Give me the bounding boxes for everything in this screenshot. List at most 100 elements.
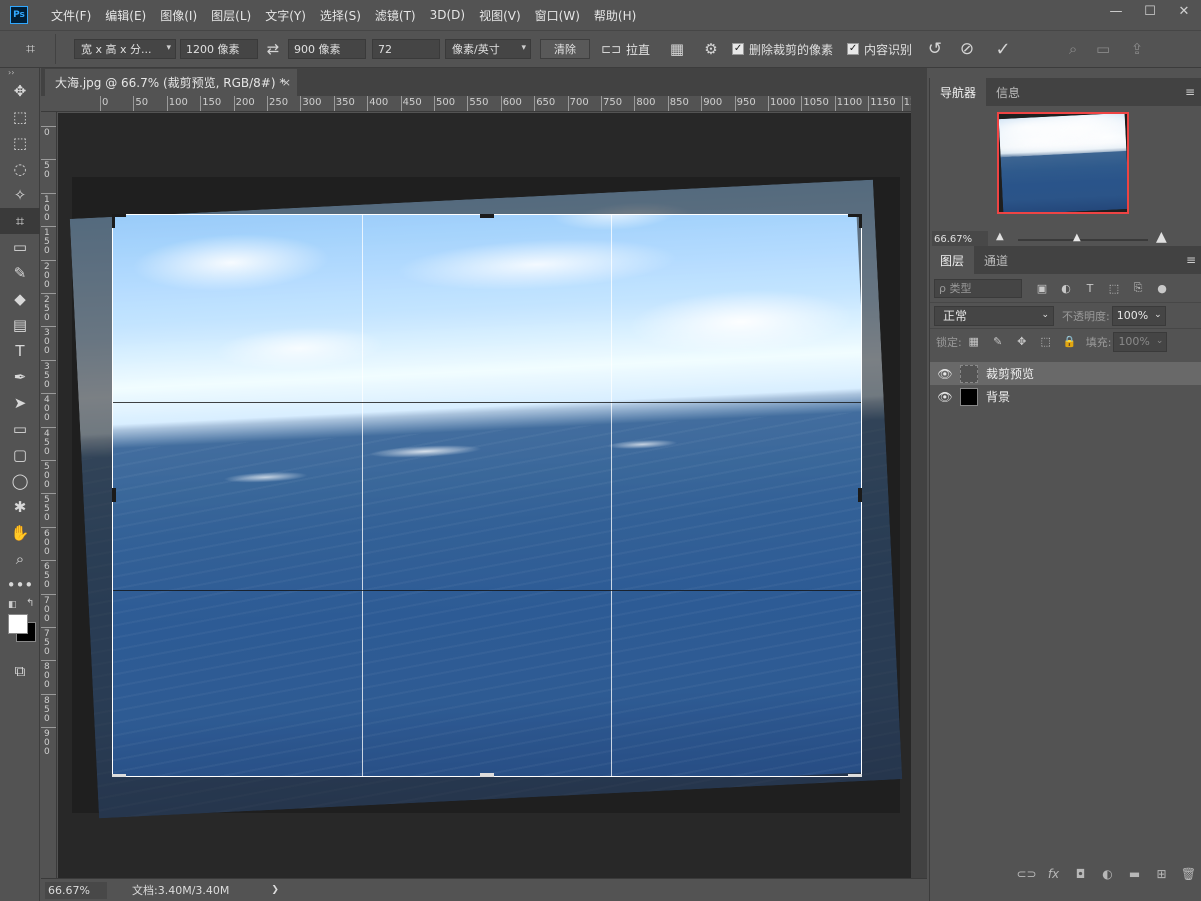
- crop-handle-bottom[interactable]: [480, 773, 494, 777]
- vertical-ruler[interactable]: 0 50 100 150 200 250 300 350 400 450 500 550 600 650 7…: [41, 112, 57, 878]
- type-icon[interactable]: T: [0, 338, 40, 364]
- delete-cropped-checkbox[interactable]: ✓ 删除裁剪的像素: [732, 41, 833, 58]
- resolution-unit-select[interactable]: 像素/英寸 ▾: [445, 39, 531, 59]
- crop-handle-bottom-right[interactable]: [848, 774, 862, 777]
- filter-smart-object-icon[interactable]: ⎘: [1126, 281, 1150, 295]
- menu-filter[interactable]: 滤镜(T): [368, 7, 423, 24]
- layer-filter-select[interactable]: ρ 类型: [934, 278, 1022, 298]
- custom-shape-icon[interactable]: ✱: [0, 494, 40, 520]
- straighten-label[interactable]: 拉直: [626, 41, 650, 58]
- share-icon[interactable]: ⇪: [1124, 40, 1150, 58]
- ellipse-icon[interactable]: ◯: [0, 468, 40, 494]
- close-button[interactable]: ✕: [1167, 0, 1201, 22]
- navigator-thumbnail[interactable]: [997, 112, 1129, 214]
- brush-icon[interactable]: ✎: [0, 260, 40, 286]
- canvas-pasteboard[interactable]: [58, 113, 911, 878]
- filter-pixel-icon[interactable]: ▣: [1030, 282, 1054, 295]
- filter-shape-icon[interactable]: ⬚: [1102, 282, 1126, 295]
- crop-height-input[interactable]: 900 像素: [288, 39, 366, 59]
- commit-icon[interactable]: ✓: [988, 39, 1018, 60]
- vertical-scrollbar[interactable]: [911, 96, 927, 878]
- lasso-icon[interactable]: ◌: [0, 156, 40, 182]
- new-layer-icon[interactable]: ⊞: [1148, 867, 1175, 881]
- zoom-slider-track[interactable]: [1018, 239, 1148, 241]
- lock-position-icon[interactable]: ✥: [1010, 335, 1034, 348]
- panel-menu-icon[interactable]: ≡: [1185, 85, 1195, 99]
- workspace-icon[interactable]: ▭: [1090, 40, 1116, 58]
- crop-handle-top-right-v[interactable]: [859, 214, 862, 228]
- straighten-icon[interactable]: ⊏⊐: [598, 42, 624, 56]
- lock-artboard-icon[interactable]: ⬚: [1034, 335, 1058, 348]
- path-select-icon[interactable]: ➤: [0, 390, 40, 416]
- search-icon[interactable]: ⌕: [1060, 40, 1086, 58]
- ruler-icon[interactable]: ▭: [0, 234, 40, 260]
- crop-width-input[interactable]: 1200 像素: [180, 39, 258, 59]
- crop-tool-preset-icon[interactable]: ⌗: [6, 34, 56, 64]
- more-tools-icon[interactable]: •••: [0, 572, 40, 598]
- lock-all-icon[interactable]: 🔒: [1058, 335, 1082, 348]
- overlay-grid-icon[interactable]: ▦: [662, 40, 692, 58]
- panel-menu-icon[interactable]: ≡: [1186, 253, 1196, 267]
- clear-button[interactable]: 清除: [540, 39, 590, 59]
- rounded-rect-icon[interactable]: ▢: [0, 442, 40, 468]
- move-icon[interactable]: ✥: [0, 78, 40, 104]
- zoom-out-mountain-icon[interactable]: ▲: [996, 231, 1004, 242]
- crop-handle-top[interactable]: [480, 214, 494, 218]
- folder-icon[interactable]: ▬: [1121, 867, 1148, 881]
- menu-image[interactable]: 图像(I): [153, 7, 204, 24]
- navigator-zoom-field[interactable]: 66.67%: [932, 231, 988, 247]
- panel-grip-icon[interactable]: ››: [0, 68, 39, 78]
- zoom-level-field[interactable]: 66.67%: [45, 881, 107, 899]
- document-tab[interactable]: 大海.jpg @ 66.7% (裁剪预览, RGB/8#) * ×: [45, 69, 297, 96]
- pen-icon[interactable]: ✒: [0, 364, 40, 390]
- eraser-icon[interactable]: ◆: [0, 286, 40, 312]
- magic-wand-icon[interactable]: ✧: [0, 182, 40, 208]
- resolution-input[interactable]: 72: [372, 39, 440, 59]
- fill-field[interactable]: 100% ⌄: [1113, 331, 1168, 352]
- gear-icon[interactable]: ⚙: [696, 40, 726, 58]
- foreground-color-swatch[interactable]: [8, 614, 28, 634]
- status-menu-arrow-icon[interactable]: ❯: [271, 885, 279, 895]
- menu-select[interactable]: 选择(S): [313, 7, 368, 24]
- tab-info[interactable]: 信息: [986, 78, 1030, 106]
- tab-layers[interactable]: 图层: [930, 246, 975, 274]
- tab-navigator[interactable]: 导航器: [930, 78, 987, 106]
- menu-3d[interactable]: 3D(D): [423, 8, 472, 22]
- fx-icon[interactable]: fx: [1040, 867, 1067, 881]
- rectangle-icon[interactable]: ▭: [0, 416, 40, 442]
- hand-icon[interactable]: ✋: [0, 520, 40, 546]
- menu-help[interactable]: 帮助(H): [587, 7, 643, 24]
- crop-handle-top-left-v[interactable]: [112, 214, 115, 228]
- adjustment-icon[interactable]: ◐: [1094, 867, 1121, 881]
- close-tab-icon[interactable]: ×: [282, 76, 291, 89]
- artboard-icon[interactable]: ⬚: [0, 104, 40, 130]
- menu-type[interactable]: 文字(Y): [258, 7, 313, 24]
- horizontal-ruler[interactable]: 0 50 100 150 200 250 300 350 400 450 500 550 600 650 7…: [41, 96, 911, 112]
- zoom-slider-knob[interactable]: ▲: [1073, 232, 1081, 243]
- content-aware-checkbox[interactable]: ✓ 内容识别: [847, 41, 912, 58]
- lock-image-icon[interactable]: ✎: [986, 335, 1010, 348]
- menu-file[interactable]: 文件(F): [44, 7, 98, 24]
- ratio-preset-select[interactable]: 宽 x 高 x 分... ▾: [74, 39, 176, 59]
- crop-handle-bottom-left[interactable]: [112, 774, 126, 777]
- trash-icon[interactable]: 🗑: [1175, 867, 1201, 881]
- zoom-icon[interactable]: ⌕: [0, 546, 40, 572]
- marquee-icon[interactable]: ⬚: [0, 130, 40, 156]
- menu-edit[interactable]: 编辑(E): [98, 7, 153, 24]
- default-colors-icon[interactable]: ◧: [8, 600, 17, 610]
- minimize-button[interactable]: —: [1099, 0, 1133, 22]
- lock-transparent-icon[interactable]: ▦: [962, 335, 986, 348]
- menu-window[interactable]: 窗口(W): [528, 7, 587, 24]
- gradient-icon[interactable]: ▤: [0, 312, 40, 338]
- menu-view[interactable]: 视图(V): [472, 7, 528, 24]
- link-icon[interactable]: ⊂⊃: [1013, 867, 1040, 881]
- screen-mode-icon[interactable]: ⧉: [0, 658, 40, 684]
- eye-icon[interactable]: 👁: [930, 367, 960, 381]
- swap-icon[interactable]: ⇄: [258, 40, 288, 58]
- filter-toggle-icon[interactable]: ●: [1150, 282, 1174, 295]
- opacity-field[interactable]: 100% ⌄: [1111, 305, 1166, 326]
- swap-colors-icon[interactable]: ↰: [26, 598, 34, 609]
- crop-icon[interactable]: ⌗: [0, 208, 40, 234]
- mask-icon[interactable]: ◘: [1067, 867, 1094, 881]
- layer-item[interactable]: 👁 背景: [930, 385, 1201, 408]
